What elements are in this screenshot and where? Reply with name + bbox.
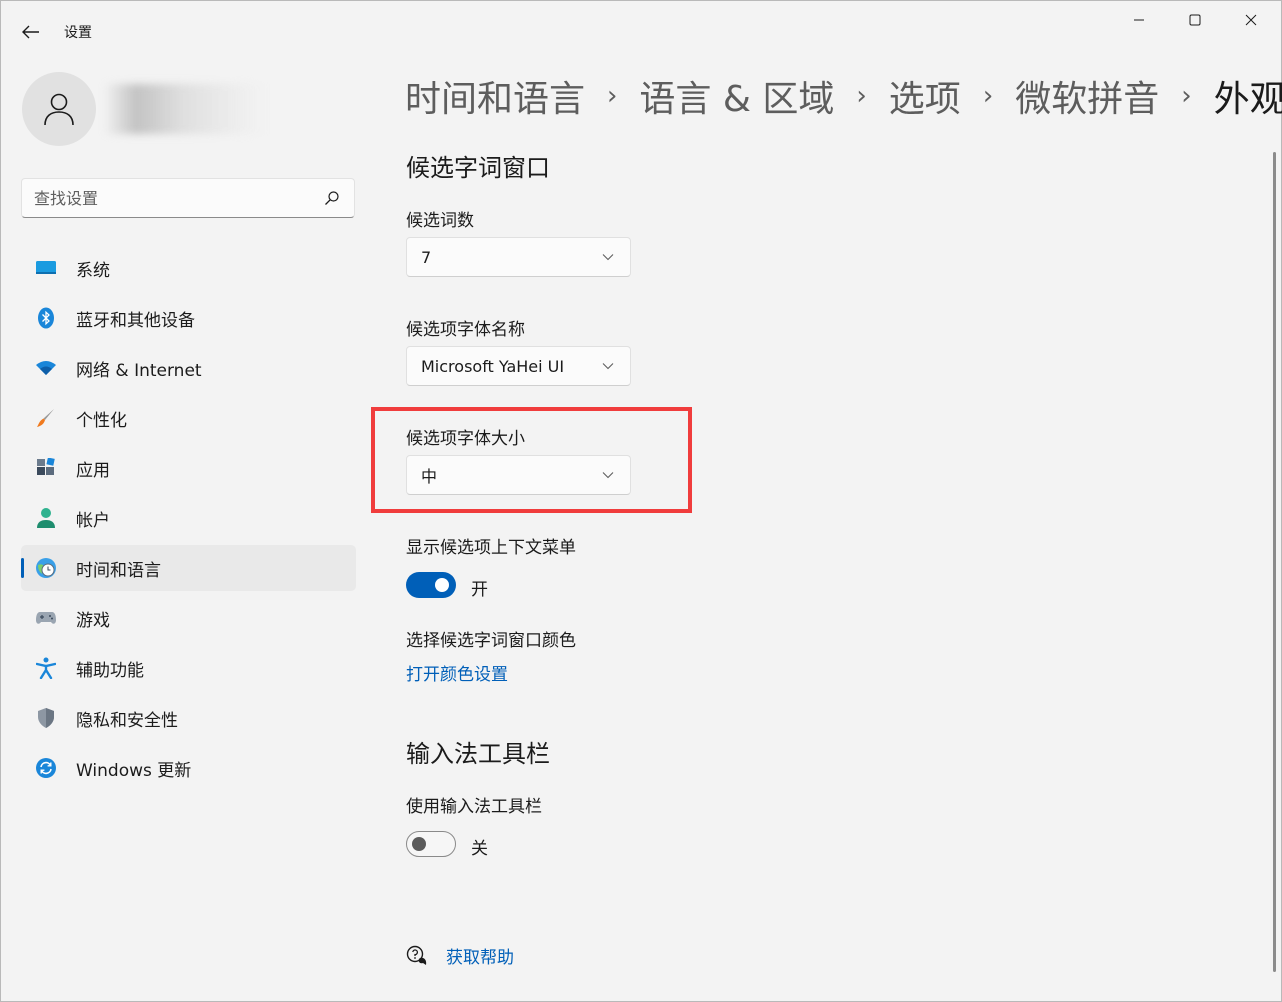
open-color-settings-link[interactable]: 打开颜色设置 [406,660,508,685]
section-title-candidate-window: 候选字词窗口 [406,154,550,182]
globe-clock-icon [35,557,57,579]
sidebar-item-label: 辅助功能 [76,660,144,681]
breadcrumb-item-options[interactable]: 选项 [889,70,961,122]
breadcrumb-separator: › [982,81,994,111]
context-menu-toggle[interactable] [406,572,456,598]
font-size-label: 候选项字体大小 [406,429,525,449]
candidate-count-value: 7 [421,247,432,267]
accessibility-icon [35,657,57,679]
sidebar-nav: 系统 蓝牙和其他设备 网络 & Internet 个性化 应用 帐户 时间和语言… [21,245,356,795]
update-icon [35,757,57,779]
toggle-knob [412,837,426,851]
sidebar-item-accounts[interactable]: 帐户 [21,495,356,541]
font-name-label: 候选项字体名称 [406,320,525,340]
app-title: 设置 [64,25,92,41]
sidebar-item-privacy[interactable]: 隐私和安全性 [21,695,356,741]
breadcrumb-item-language-region[interactable]: 语言 & 区域 [639,70,834,122]
breadcrumb-separator: › [1181,81,1192,111]
sidebar-item-label: 时间和语言 [76,560,161,581]
search-icon[interactable] [322,188,342,208]
sidebar-item-label: 网络 & Internet [76,360,202,381]
close-button[interactable] [1228,4,1274,36]
sidebar-item-gaming[interactable]: 游戏 [21,595,356,641]
context-menu-toggle-state: 开 [471,580,488,600]
breadcrumb-separator: › [856,81,867,111]
font-name-value: Microsoft YaHei UI [421,356,565,376]
help-row: 获取帮助 [406,943,514,968]
arrow-left-icon [22,25,39,39]
close-icon [1245,14,1257,26]
minimize-button[interactable] [1116,4,1162,36]
monitor-icon [35,257,57,279]
avatar[interactable] [22,72,96,146]
font-name-dropdown[interactable]: Microsoft YaHei UI [406,346,631,386]
sidebar-item-accessibility[interactable]: 辅助功能 [21,645,356,691]
candidate-count-label: 候选词数 [406,211,474,231]
scrollbar[interactable] [1273,152,1276,972]
account-icon [35,507,57,529]
window-color-label: 选择候选字词窗口颜色 [406,631,576,651]
sidebar-item-label: 应用 [76,460,110,481]
minimize-icon [1134,19,1144,21]
brush-icon [35,407,57,429]
sidebar-item-bluetooth[interactable]: 蓝牙和其他设备 [21,295,356,341]
maximize-button[interactable] [1172,4,1218,36]
use-toolbar-toggle[interactable] [406,831,456,857]
sidebar-item-label: 个性化 [76,410,127,431]
sidebar-item-time-language[interactable]: 时间和语言 [21,545,356,591]
apps-icon [35,457,57,479]
chevron-down-icon [600,249,616,265]
context-menu-label: 显示候选项上下文菜单 [406,538,576,558]
sidebar-item-network[interactable]: 网络 & Internet [21,345,356,391]
font-size-value: 中 [421,467,438,486]
toggle-knob [435,578,449,592]
candidate-count-dropdown[interactable]: 7 [406,237,631,277]
sidebar-item-label: 帐户 [76,510,110,531]
section-title-ime-toolbar: 输入法工具栏 [406,740,550,768]
sidebar-item-label: 蓝牙和其他设备 [76,310,195,331]
shield-icon [35,707,57,729]
help-chat-icon [406,945,427,965]
bluetooth-icon [35,307,57,329]
breadcrumb: 时间和语言 › 语言 & 区域 › 选项 › 微软拼音 › 外观 [405,70,1282,122]
maximize-icon [1189,14,1201,26]
title-bar: 设置 [0,0,1282,48]
search-input[interactable] [34,188,322,208]
use-toolbar-toggle-state: 关 [471,839,488,859]
person-icon [44,93,74,126]
sidebar-item-system[interactable]: 系统 [21,245,356,291]
chevron-down-icon [600,467,616,483]
sidebar-item-label: 隐私和安全性 [76,710,178,731]
sidebar-item-label: 游戏 [76,610,110,631]
gamepad-icon [35,607,57,629]
breadcrumb-separator: › [607,81,618,111]
sidebar-item-windows-update[interactable]: Windows 更新 [21,745,356,791]
sidebar-item-personalization[interactable]: 个性化 [21,395,356,441]
font-size-dropdown[interactable]: 中 [406,455,631,495]
chevron-down-icon [600,358,616,374]
use-toolbar-label: 使用输入法工具栏 [406,797,542,817]
back-button[interactable] [14,16,48,48]
breadcrumb-item-microsoft-pinyin[interactable]: 微软拼音 [1015,70,1159,122]
get-help-link[interactable]: 获取帮助 [446,943,514,968]
user-name-redacted [104,84,264,134]
wifi-icon [35,357,57,379]
sidebar-item-label: Windows 更新 [76,760,192,781]
sidebar-item-label: 系统 [76,260,110,281]
breadcrumb-item-time-language[interactable]: 时间和语言 [405,70,585,122]
search-box[interactable] [21,178,355,218]
sidebar-item-apps[interactable]: 应用 [21,445,356,491]
breadcrumb-item-appearance: 外观 [1213,79,1282,120]
